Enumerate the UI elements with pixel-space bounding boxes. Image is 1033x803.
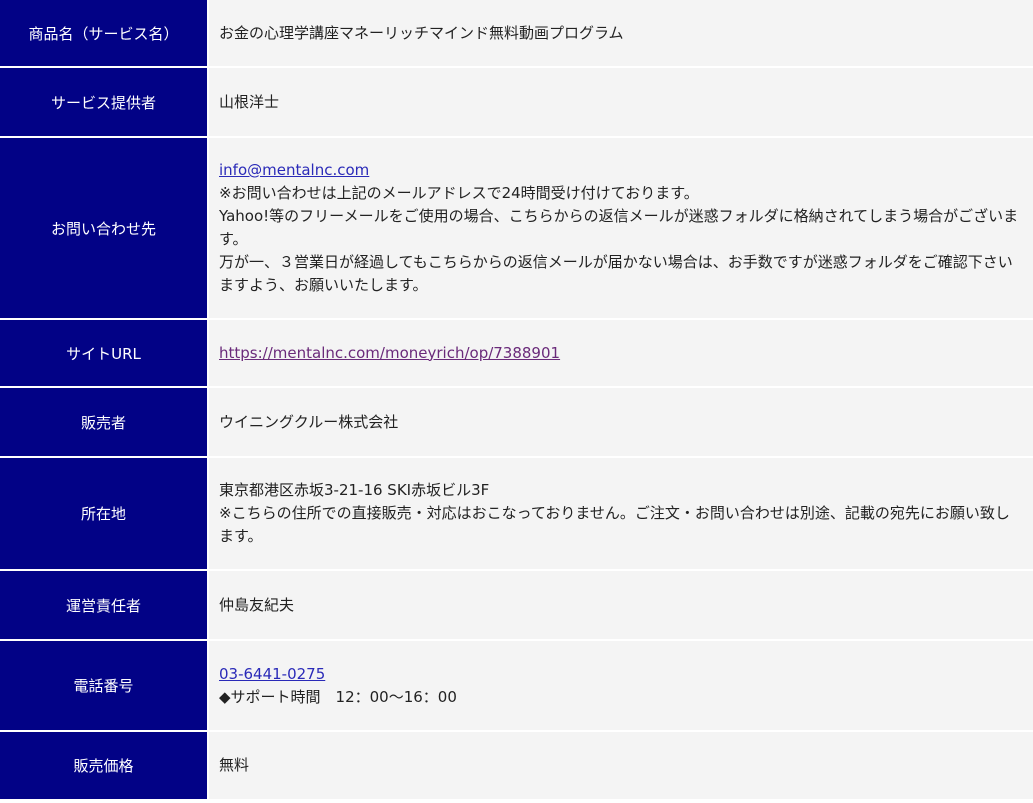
contact-cell: info@mentalnc.com ※お問い合わせは上記のメールアドレスで24時… — [209, 138, 1033, 318]
contact-note-spam: 万が一、３営業日が経過してもこちらからの返信メールが届かない場合は、お手数ですが… — [219, 253, 1013, 294]
contact-note-hours: ※お問い合わせは上記のメールアドレスで24時間受け付けております。 — [219, 184, 699, 202]
table-row: 所在地 東京都港区赤坂3-21-16 SKI赤坂ビル3F ※こちらの住所での直接… — [0, 458, 1033, 569]
row-label-product: 商品名（サービス名） — [0, 0, 209, 66]
table-row: サービス提供者 山根洋士 — [0, 68, 1033, 136]
table-row: サイトURL https://mentalnc.com/moneyrich/op… — [0, 320, 1033, 386]
table-row: 販売者 ウイニングクルー株式会社 — [0, 388, 1033, 456]
phone-cell: 03-6441-0275 ◆サポート時間 12：00～16：00 — [209, 641, 1033, 730]
table-row: 運営責任者 仲島友紀夫 — [0, 571, 1033, 639]
price-value: 無料 — [209, 732, 1033, 799]
row-label-contact: お問い合わせ先 — [0, 138, 209, 318]
provider-name: 山根洋士 — [209, 68, 1033, 136]
contact-email-link[interactable]: info@mentalnc.com — [219, 159, 1023, 182]
address-value: 東京都港区赤坂3-21-16 SKI赤坂ビル3F — [219, 481, 490, 499]
row-label-provider: サービス提供者 — [0, 68, 209, 136]
row-label-phone: 電話番号 — [0, 641, 209, 730]
table-row: 商品名（サービス名） お金の心理学講座マネーリッチマインド無料動画プログラム — [0, 0, 1033, 66]
row-label-manager: 運営責任者 — [0, 571, 209, 639]
phone-number-link[interactable]: 03-6441-0275 — [219, 663, 1023, 686]
row-label-address: 所在地 — [0, 458, 209, 569]
product-name: お金の心理学講座マネーリッチマインド無料動画プログラム — [209, 0, 1033, 66]
table-row: 販売価格 無料 — [0, 732, 1033, 799]
site-url-cell: https://mentalnc.com/moneyrich/op/738890… — [209, 320, 1033, 386]
row-label-site-url: サイトURL — [0, 320, 209, 386]
row-label-seller: 販売者 — [0, 388, 209, 456]
address-note: ※こちらの住所での直接販売・対応はおこなっておりません。ご注文・お問い合わせは別… — [219, 504, 1010, 545]
site-url-link[interactable]: https://mentalnc.com/moneyrich/op/738890… — [219, 344, 560, 362]
address-cell: 東京都港区赤坂3-21-16 SKI赤坂ビル3F ※こちらの住所での直接販売・対… — [209, 458, 1033, 569]
table-row: お問い合わせ先 info@mentalnc.com ※お問い合わせは上記のメール… — [0, 138, 1033, 318]
contact-note-freemail: Yahoo!等のフリーメールをご使用の場合、こちらからの返信メールが迷惑フォルダ… — [219, 207, 1019, 248]
support-hours: ◆サポート時間 12：00～16：00 — [219, 687, 457, 706]
row-label-price: 販売価格 — [0, 732, 209, 799]
table-row: 電話番号 03-6441-0275 ◆サポート時間 12：00～16：00 — [0, 641, 1033, 730]
manager-name: 仲島友紀夫 — [209, 571, 1033, 639]
legal-info-table: 商品名（サービス名） お金の心理学講座マネーリッチマインド無料動画プログラム サ… — [0, 0, 1033, 801]
seller-name: ウイニングクルー株式会社 — [209, 388, 1033, 456]
